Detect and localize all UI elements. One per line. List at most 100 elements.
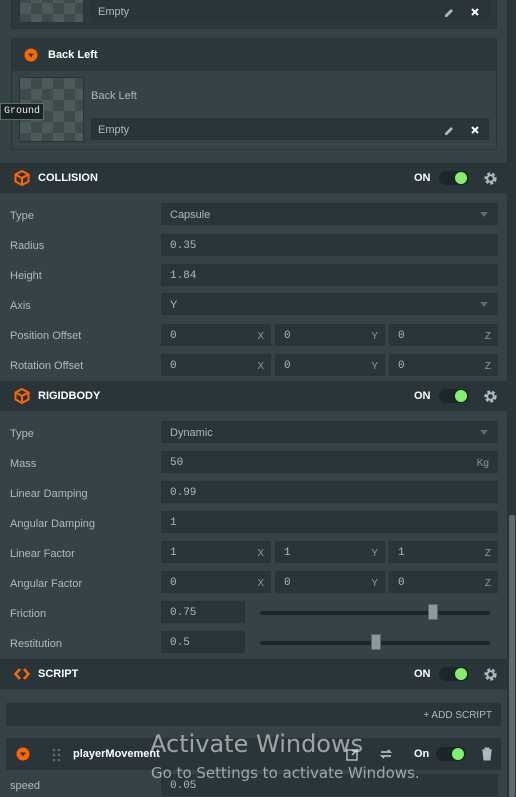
angular-factor-x-input[interactable]: 0X xyxy=(161,571,271,593)
axis-z-label: Z xyxy=(484,548,491,559)
collision-rotation-label: Rotation Offset xyxy=(10,360,84,372)
back-left-empty-field[interactable]: Empty xyxy=(91,118,489,140)
collision-type-select[interactable]: Capsule xyxy=(161,203,498,225)
linear-factor-z-value: 1 xyxy=(398,547,405,559)
add-script-button[interactable]: + ADD SCRIPT xyxy=(423,710,492,721)
friction-slider-track[interactable] xyxy=(260,611,490,615)
collision-radius-input[interactable]: 0.35 xyxy=(161,234,498,256)
axis-z-label: Z xyxy=(484,361,491,372)
script-item-on-label: On xyxy=(414,748,430,760)
rigidbody-type-label: Type xyxy=(10,428,34,440)
axis-y-label: Y xyxy=(371,548,378,559)
rotation-z-input[interactable]: 0Z xyxy=(389,354,498,376)
back-left-label: Back Left xyxy=(91,90,137,102)
script-on-label: ON xyxy=(414,668,431,680)
chevron-down-icon xyxy=(480,430,488,435)
collision-type-value: Capsule xyxy=(170,209,211,221)
collision-height-value: 1.84 xyxy=(170,270,197,282)
collision-on-label: ON xyxy=(414,172,431,184)
rotation-x-value: 0 xyxy=(170,360,177,372)
collision-height-input[interactable]: 1.84 xyxy=(161,264,498,286)
collision-toggle[interactable] xyxy=(439,171,469,185)
rigidbody-title: RIGIDBODY xyxy=(38,390,101,402)
rotation-y-input[interactable]: 0Y xyxy=(275,354,385,376)
linear-damping-value: 0.99 xyxy=(170,487,197,499)
angular-factor-label: Angular Factor xyxy=(10,578,83,590)
texture-empty-text: Empty xyxy=(98,6,130,18)
cube-icon xyxy=(14,170,30,186)
angular-factor-z-input[interactable]: 0Z xyxy=(389,571,498,593)
tooltip: Ground xyxy=(0,103,45,120)
restitution-input[interactable]: 0.5 xyxy=(161,631,245,653)
angular-factor-y-input[interactable]: 0Y xyxy=(275,571,385,593)
script-toggle[interactable] xyxy=(439,667,469,681)
code-icon xyxy=(14,668,30,680)
add-script-bar[interactable]: + ADD SCRIPT xyxy=(6,703,501,726)
script-header[interactable]: SCRIPT ON xyxy=(0,659,507,689)
texture-thumbnail[interactable] xyxy=(19,0,84,23)
refresh-icon[interactable] xyxy=(379,747,393,761)
rigidbody-type-select[interactable]: Dynamic xyxy=(161,421,498,443)
collision-header[interactable]: COLLISION ON xyxy=(0,163,507,193)
close-icon[interactable] xyxy=(470,7,480,17)
friction-slider-handle[interactable] xyxy=(428,604,438,620)
script-title: SCRIPT xyxy=(38,668,79,680)
friction-input[interactable]: 0.75 xyxy=(161,601,245,623)
collision-title: COLLISION xyxy=(38,172,98,184)
linear-damping-label: Linear Damping xyxy=(10,488,88,500)
speed-label: speed xyxy=(10,780,40,792)
position-y-input[interactable]: 0Y xyxy=(275,324,385,346)
angular-damping-input[interactable]: 1 xyxy=(161,511,498,533)
rotation-y-value: 0 xyxy=(284,360,291,372)
collapse-icon[interactable] xyxy=(24,48,38,62)
rotation-z-value: 0 xyxy=(398,360,405,372)
linear-factor-y-value: 1 xyxy=(284,547,291,559)
script-item-toggle[interactable] xyxy=(436,747,466,761)
gear-icon[interactable] xyxy=(483,171,498,186)
back-left-header[interactable]: Back Left xyxy=(12,39,496,71)
position-z-input[interactable]: 0Z xyxy=(389,324,498,346)
mass-input[interactable]: 50 Kg xyxy=(161,451,498,473)
friction-label: Friction xyxy=(10,608,47,620)
linear-factor-label: Linear Factor xyxy=(10,548,75,560)
position-x-input[interactable]: 0X xyxy=(161,324,271,346)
collision-position-label: Position Offset xyxy=(10,330,82,342)
angular-damping-value: 1 xyxy=(170,517,177,529)
chevron-down-icon xyxy=(480,212,488,217)
mass-value: 50 xyxy=(170,457,184,469)
mass-unit: Kg xyxy=(476,458,489,469)
rotation-x-input[interactable]: 0X xyxy=(161,354,271,376)
collision-type-label: Type xyxy=(10,210,34,222)
script-item-name: playerMovement xyxy=(73,748,160,760)
rigidbody-type-value: Dynamic xyxy=(170,427,213,439)
close-icon[interactable] xyxy=(470,125,480,135)
restitution-slider-handle[interactable] xyxy=(371,634,381,650)
axis-y-label: Y xyxy=(371,361,378,372)
scrollbar-thumb[interactable] xyxy=(509,515,515,797)
collision-axis-select[interactable]: Y xyxy=(161,293,498,315)
linear-factor-x-input[interactable]: 1X xyxy=(161,541,271,563)
linear-factor-x-value: 1 xyxy=(170,547,177,559)
linear-damping-input[interactable]: 0.99 xyxy=(161,481,498,503)
linear-factor-z-input[interactable]: 1Z xyxy=(389,541,498,563)
back-left-empty-text: Empty xyxy=(98,124,130,136)
collision-height-label: Height xyxy=(10,270,42,282)
axis-x-label: X xyxy=(257,361,264,372)
position-z-value: 0 xyxy=(398,330,405,342)
texture-empty-field[interactable]: Empty xyxy=(91,0,489,22)
collapse-icon[interactable] xyxy=(16,747,30,761)
activate-windows-title: Activate Windows xyxy=(150,730,364,758)
cube-icon xyxy=(14,388,30,404)
back-left-title: Back Left xyxy=(48,49,98,61)
rigidbody-toggle[interactable] xyxy=(439,389,469,403)
gear-icon[interactable] xyxy=(483,667,498,682)
gear-icon[interactable] xyxy=(483,389,498,404)
linear-factor-y-input[interactable]: 1Y xyxy=(275,541,385,563)
drag-handle-icon[interactable] xyxy=(52,748,62,762)
rigidbody-on-label: ON xyxy=(414,390,431,402)
edit-icon[interactable] xyxy=(444,125,455,136)
rigidbody-header[interactable]: RIGIDBODY ON xyxy=(0,381,507,411)
edit-icon[interactable] xyxy=(444,7,455,18)
position-y-value: 0 xyxy=(284,330,291,342)
trash-icon[interactable] xyxy=(481,747,493,761)
